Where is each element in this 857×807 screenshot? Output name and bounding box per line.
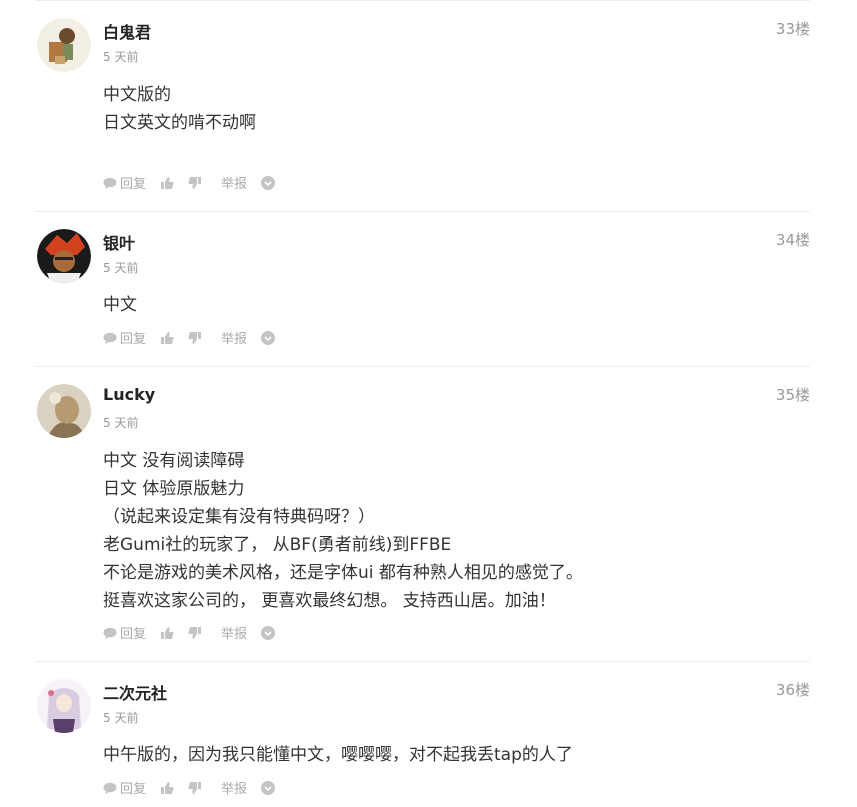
dislike-button[interactable] bbox=[188, 626, 202, 640]
comment-item: 二次元社 5 天前 36楼 中午版的，因为我只能懂中文，嘤嘤嘤，对不起我丢tap… bbox=[35, 661, 810, 807]
thumbs-up-icon bbox=[161, 781, 174, 794]
dislike-button[interactable] bbox=[188, 176, 202, 190]
thumbs-down-icon bbox=[188, 781, 202, 794]
username[interactable]: 银叶 bbox=[103, 230, 135, 254]
comment-actions: 回复 举报 bbox=[103, 328, 289, 347]
reply-icon bbox=[103, 627, 117, 639]
comment-item: Lucky 5 天前 35楼 中文 没有阅读障碍 日文 体验原版魅力 （说起来设… bbox=[35, 366, 810, 661]
comment-body: 中午版的，因为我只能懂中文，嘤嘤嘤，对不起我丢tap的人了 bbox=[103, 741, 573, 769]
report-label: 举报 bbox=[221, 782, 248, 797]
more-button[interactable] bbox=[261, 175, 276, 190]
reply-icon bbox=[103, 332, 117, 344]
thumbs-down-icon bbox=[188, 331, 202, 344]
comment-line: （说起来设定集有没有特典码呀？） bbox=[103, 507, 375, 527]
timestamp: 5 天前 bbox=[103, 711, 139, 725]
chevron-down-icon bbox=[261, 625, 276, 640]
chevron-down-icon bbox=[261, 780, 276, 795]
report-button[interactable]: 举报 bbox=[218, 173, 247, 192]
dislike-button[interactable] bbox=[188, 331, 202, 345]
comment-line: 老Gumi社的玩家了， 从BF(勇者前线)到FFBE bbox=[103, 535, 452, 555]
comment-line: 中文 没有阅读障碍 bbox=[103, 451, 245, 471]
timestamp: 5 天前 bbox=[103, 416, 139, 430]
report-label: 举报 bbox=[221, 332, 248, 347]
floor-number: 34楼 bbox=[775, 231, 810, 249]
more-button[interactable] bbox=[261, 625, 276, 640]
comment-line: 中文版的 bbox=[103, 85, 171, 105]
report-button[interactable]: 举报 bbox=[218, 778, 247, 797]
report-label: 举报 bbox=[221, 627, 248, 642]
like-button[interactable] bbox=[160, 626, 174, 640]
reply-button[interactable]: 回复 bbox=[103, 778, 146, 797]
more-button[interactable] bbox=[261, 330, 276, 345]
comment-body: 中文 没有阅读障碍 日文 体验原版魅力 （说起来设定集有没有特典码呀？） 老Gu… bbox=[103, 447, 583, 615]
reply-button[interactable]: 回复 bbox=[103, 328, 146, 347]
comment-line: 日文英文的啃不动啊 bbox=[103, 113, 256, 133]
username[interactable]: Lucky bbox=[103, 385, 155, 404]
report-label: 举报 bbox=[221, 177, 248, 192]
floor-number: 36楼 bbox=[775, 681, 810, 699]
thumbs-down-icon bbox=[188, 176, 202, 189]
comment-line: 中文 bbox=[103, 295, 137, 315]
username[interactable]: 白鬼君 bbox=[103, 19, 151, 43]
avatar[interactable] bbox=[37, 18, 91, 72]
reply-label: 回复 bbox=[120, 627, 147, 642]
comment-list: 白鬼君 5 天前 33楼 中文版的 日文英文的啃不动啊 回复 举报 银叶 5 天… bbox=[0, 0, 857, 807]
thumbs-up-icon bbox=[161, 626, 174, 639]
avatar[interactable] bbox=[37, 384, 91, 438]
thumbs-up-icon bbox=[161, 176, 174, 189]
comment-item: 银叶 5 天前 34楼 中文 回复 举报 bbox=[35, 211, 810, 366]
reply-label: 回复 bbox=[120, 782, 147, 797]
comment-actions: 回复 举报 bbox=[103, 778, 289, 797]
timestamp: 5 天前 bbox=[103, 261, 139, 275]
comment-body: 中文 bbox=[103, 291, 137, 319]
chevron-down-icon bbox=[261, 175, 276, 190]
reply-button[interactable]: 回复 bbox=[103, 623, 146, 642]
comment-item: 白鬼君 5 天前 33楼 中文版的 日文英文的啃不动啊 回复 举报 bbox=[35, 0, 810, 210]
avatar[interactable] bbox=[37, 679, 91, 733]
username[interactable]: 二次元社 bbox=[103, 680, 167, 704]
reply-icon bbox=[103, 177, 117, 189]
like-button[interactable] bbox=[160, 176, 174, 190]
more-button[interactable] bbox=[261, 780, 276, 795]
avatar[interactable] bbox=[37, 229, 91, 283]
comment-actions: 回复 举报 bbox=[103, 623, 289, 642]
floor-number: 35楼 bbox=[775, 386, 810, 404]
dislike-button[interactable] bbox=[188, 781, 202, 795]
report-button[interactable]: 举报 bbox=[218, 623, 247, 642]
thumbs-down-icon bbox=[188, 626, 202, 639]
comment-line: 挺喜欢这家公司的， 更喜欢最终幻想。 支持西山居。加油！ bbox=[103, 591, 556, 611]
comment-line: 不论是游戏的美术风格，还是字体ui 都有种熟人相见的感觉了。 bbox=[103, 563, 583, 583]
like-button[interactable] bbox=[160, 331, 174, 345]
like-button[interactable] bbox=[160, 781, 174, 795]
comment-body: 中文版的 日文英文的啃不动啊 bbox=[103, 81, 256, 137]
comment-line: 日文 体验原版魅力 bbox=[103, 479, 245, 499]
report-button[interactable]: 举报 bbox=[218, 328, 247, 347]
reply-label: 回复 bbox=[120, 177, 147, 192]
reply-icon bbox=[103, 782, 117, 794]
timestamp: 5 天前 bbox=[103, 50, 139, 64]
floor-number: 33楼 bbox=[775, 20, 810, 38]
thumbs-up-icon bbox=[161, 331, 174, 344]
comment-actions: 回复 举报 bbox=[103, 173, 289, 192]
chevron-down-icon bbox=[261, 330, 276, 345]
comment-line: 中午版的，因为我只能懂中文，嘤嘤嘤，对不起我丢tap的人了 bbox=[103, 745, 573, 765]
reply-button[interactable]: 回复 bbox=[103, 173, 146, 192]
reply-label: 回复 bbox=[120, 332, 147, 347]
